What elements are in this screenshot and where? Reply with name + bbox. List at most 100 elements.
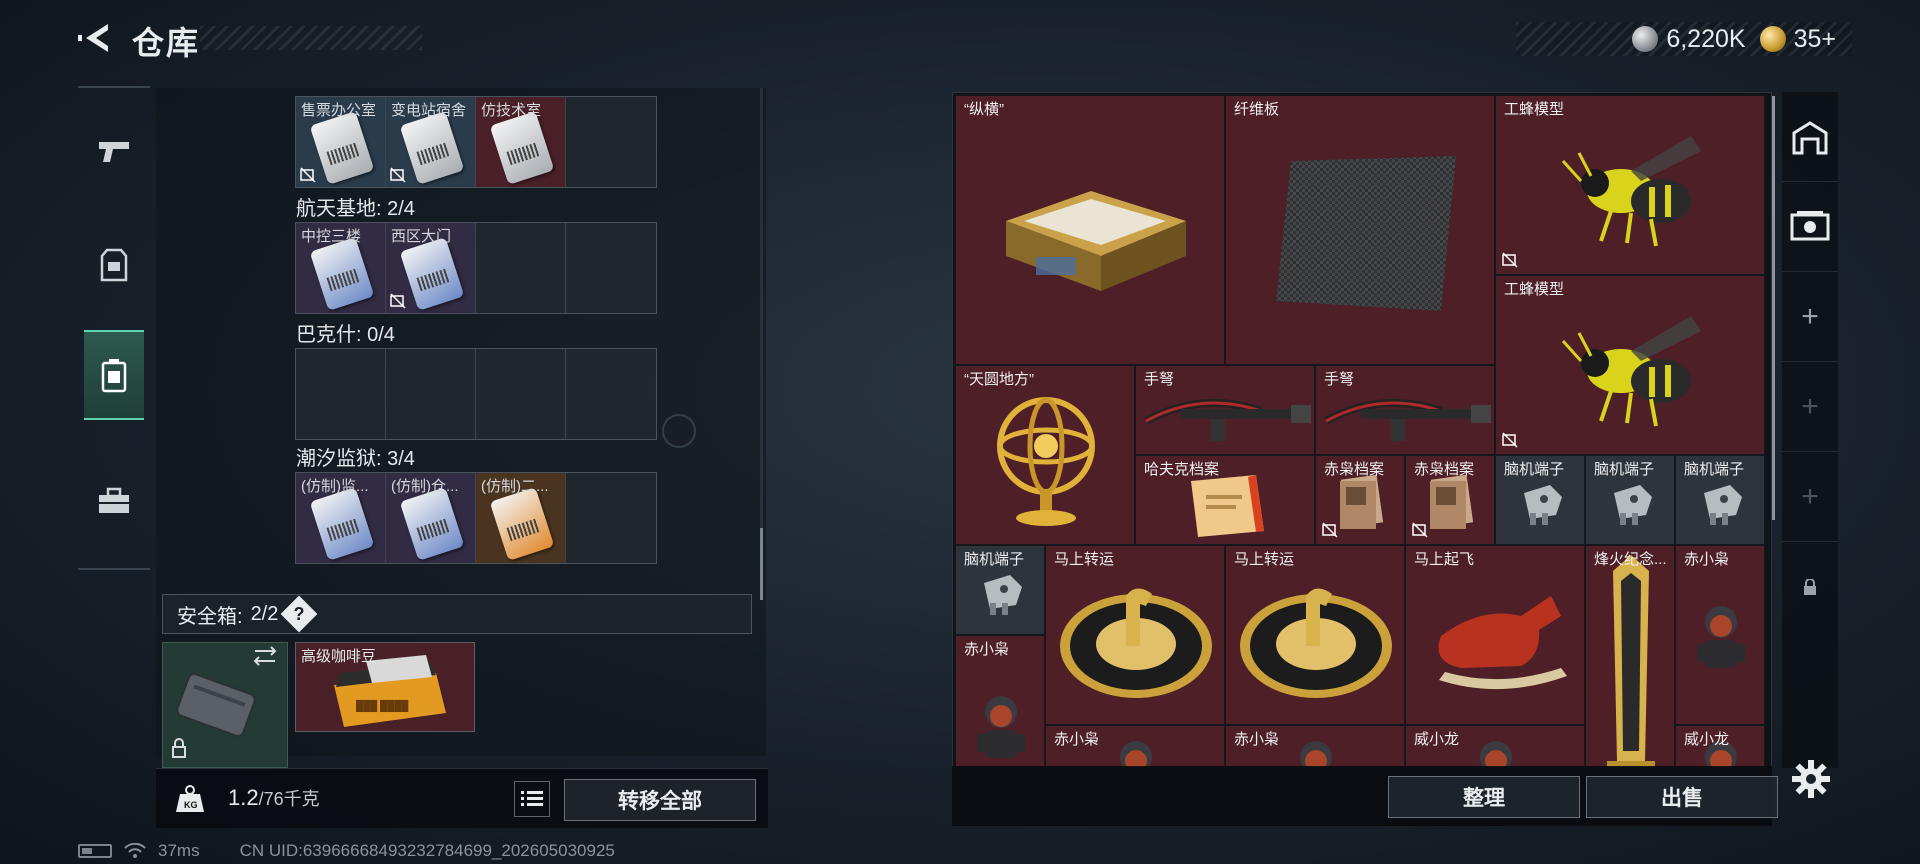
- inventory-item[interactable]: 马上转运: [1045, 545, 1225, 725]
- item-label: 脑机端子: [1684, 461, 1745, 478]
- empty-slot[interactable]: [476, 223, 566, 313]
- top-bar: 仓库 6,220K 35+: [0, 0, 1920, 80]
- inventory-item[interactable]: 马上起飞: [1405, 545, 1585, 725]
- keycard-icon: [399, 487, 465, 561]
- locked-slot: [1782, 542, 1838, 632]
- wifi-icon: [124, 843, 146, 858]
- inventory-item[interactable]: 威小龙: [1405, 725, 1585, 767]
- item-label: 赤枭档案: [1414, 461, 1475, 478]
- inventory-item[interactable]: 赤枭档案: [1315, 455, 1405, 545]
- collection-slot[interactable]: 西区大门: [386, 223, 476, 313]
- carbon-plate-icon: [1276, 156, 1456, 311]
- expansion-box-button[interactable]: [1782, 182, 1838, 272]
- list-icon: [521, 791, 543, 806]
- trophy-icon: [1607, 555, 1655, 767]
- help-icon[interactable]: ?: [280, 595, 318, 633]
- inventory-item[interactable]: 赤小枭: [1225, 725, 1405, 767]
- silver-amount: 6,220K: [1666, 24, 1746, 53]
- safe-box-slot[interactable]: [162, 642, 288, 768]
- keycard-icon: [489, 487, 555, 561]
- safe-box-header: 安全箱: 2/2 ?: [162, 594, 752, 634]
- item-label: 手弩: [1144, 371, 1175, 388]
- collection-slot[interactable]: (仿制)二...: [476, 473, 566, 563]
- add-icon: +: [1801, 299, 1819, 333]
- status-bar: 37ms CN UID:6396666849323278469​9_202605…: [78, 840, 615, 862]
- empty-slot[interactable]: [476, 349, 566, 439]
- svg-text:███ ████: ███ ████: [356, 699, 409, 713]
- collection-slot[interactable]: 变电站宿舍: [386, 97, 476, 187]
- tab-backpack[interactable]: [84, 330, 144, 420]
- tab-armor[interactable]: [84, 220, 144, 310]
- item-label: 哈夫克档案: [1144, 461, 1220, 478]
- inventory-item[interactable]: 工蜂模型: [1495, 95, 1765, 275]
- inventory-item[interactable]: 烽火纪念...: [1585, 545, 1675, 767]
- collection-list[interactable]: 售票办公室 变电站宿舍 仿技术室 航天基地: 2/4 中控三楼 西区大门 巴克什…: [156, 88, 766, 600]
- collection-slot[interactable]: 售票办公室: [296, 97, 386, 187]
- section-title: 潮汐监狱: 3/4: [296, 448, 415, 470]
- safe-box-count: 2/2: [250, 602, 279, 625]
- empty-slot[interactable]: [296, 349, 386, 439]
- inventory-item[interactable]: 马上转运: [1225, 545, 1405, 725]
- currency-bar: 6,220K 35+: [1516, 22, 1852, 56]
- inventory-item[interactable]: 纤维板: [1225, 95, 1495, 365]
- warehouse-button[interactable]: [1782, 92, 1838, 182]
- inventory-item[interactable]: 脑机端子: [1675, 455, 1765, 545]
- reticle-decoration: [662, 414, 696, 448]
- inventory-item[interactable]: 工蜂模型: [1495, 275, 1765, 455]
- category-tabs: [78, 86, 150, 570]
- collection-slot[interactable]: 仿技术室: [476, 97, 566, 187]
- inventory-item[interactable]: 赤小枭: [1045, 725, 1225, 767]
- inventory-item[interactable]: 赤枭档案: [1405, 455, 1495, 545]
- add-icon: +: [1801, 389, 1819, 423]
- bee-model-icon: [1561, 136, 1701, 247]
- inventory-item[interactable]: 脑机端子: [955, 545, 1045, 635]
- sell-button[interactable]: 出售: [1586, 776, 1778, 818]
- toolbox-icon: [99, 487, 129, 513]
- collection-slot[interactable]: (仿制)监...: [296, 473, 386, 563]
- collection-slot[interactable]: (仿制)仓...: [386, 473, 476, 563]
- empty-slot[interactable]: [386, 349, 476, 439]
- armillary-sphere-icon: [997, 397, 1095, 526]
- settings-gear-icon[interactable]: [1790, 758, 1832, 800]
- tab-weapons[interactable]: [84, 106, 144, 196]
- back-arrow-icon[interactable]: [78, 20, 114, 56]
- organize-button[interactable]: 整理: [1388, 776, 1580, 818]
- inventory-item[interactable]: 赤小枭: [955, 635, 1045, 767]
- gold-currency[interactable]: 35+: [1759, 25, 1836, 54]
- empty-slot[interactable]: [566, 97, 656, 187]
- empty-slot[interactable]: [566, 473, 656, 563]
- inventory-item[interactable]: 脑机端子: [1585, 455, 1675, 545]
- inventory-item[interactable]: 手弩: [1135, 365, 1315, 455]
- item-label: 马上转运: [1234, 551, 1295, 568]
- left-scrollbar[interactable]: [760, 88, 763, 600]
- restricted-icon: [390, 293, 406, 309]
- ping-readout: 37ms: [158, 841, 200, 860]
- inventory-scrollbar[interactable]: [1772, 96, 1775, 520]
- transfer-all-button[interactable]: 转移全部: [564, 779, 756, 821]
- item-label: 马上转运: [1054, 551, 1115, 568]
- silver-coin-icon: [1632, 26, 1659, 52]
- safe-box-item[interactable]: 高级咖啡豆 ███ ████: [295, 642, 475, 732]
- item-label: 赤小枭: [964, 641, 1010, 658]
- safe-box-label: 安全箱:: [177, 605, 243, 628]
- inventory-item[interactable]: 威小龙: [1675, 725, 1765, 767]
- storage-rail: + + +: [1782, 92, 1838, 768]
- inventory-item[interactable]: 赤小枭: [1675, 545, 1765, 725]
- silver-currency[interactable]: 6,220K: [1632, 24, 1746, 54]
- tab-toolbox[interactable]: [84, 456, 144, 546]
- weight-readout: 1.2/76千克: [228, 785, 320, 810]
- chess-board-icon: [1006, 191, 1186, 291]
- add-storage-button[interactable]: +: [1782, 272, 1838, 362]
- inventory-item[interactable]: 脑机端子: [1495, 455, 1585, 545]
- inventory-item[interactable]: 手弩: [1315, 365, 1495, 455]
- list-view-button[interactable]: [514, 781, 550, 817]
- expansion-box-icon: [1790, 210, 1830, 240]
- empty-slot[interactable]: [566, 223, 656, 313]
- collection-slot[interactable]: 中控三楼: [296, 223, 386, 313]
- figure-icon: [1697, 606, 1745, 668]
- inventory-item[interactable]: “天圆地方”: [955, 365, 1135, 545]
- inventory-grid[interactable]: “纵横” 纤维板 工蜂模型 工蜂模型 “天圆地方” 手弩 手弩 哈夫克档案 赤枭档案 赤枭档案 脑机…: [955, 95, 1767, 767]
- inventory-item[interactable]: “纵横”: [955, 95, 1225, 365]
- inventory-item[interactable]: 哈夫克档案: [1135, 455, 1315, 545]
- empty-slot[interactable]: [566, 349, 656, 439]
